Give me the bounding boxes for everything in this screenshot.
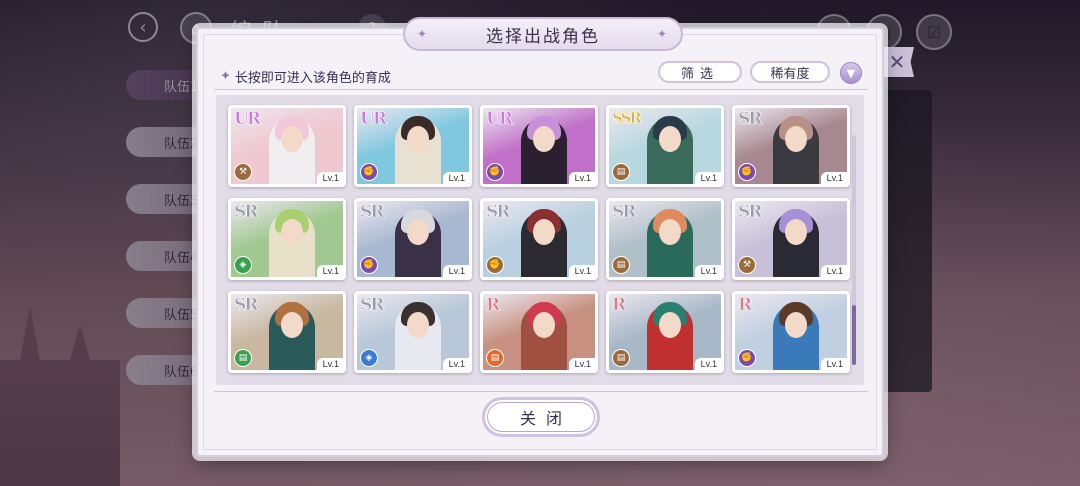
sort-order-toggle[interactable]: ▼ [840, 62, 862, 84]
divider [214, 89, 868, 90]
character-face [533, 126, 555, 152]
character-card[interactable]: SR ◈ Lv.1 [354, 291, 472, 373]
character-face [407, 219, 429, 245]
character-select-modal: ✦ 选择出战角色 ✦ ✦ 长按即可进入该角色的育成 筛选 稀有度 ▼ UR ⚒ Lv… [196, 17, 884, 457]
character-card[interactable]: SR ✊ Lv.1 [480, 198, 598, 280]
rarity-badge: R [486, 295, 501, 316]
character-card[interactable]: R ▤ Lv.1 [480, 291, 598, 373]
character-face [659, 312, 681, 338]
character-grid-area: UR ⚒ Lv.1 UR ✊ Lv.1 UR ✊ Lv.1 SSR ▤ Lv.1 SR ✊ Lv.1 SR ◈ L… [216, 95, 864, 385]
book-icon: ▤ [234, 349, 252, 367]
rarity-badge: SR [738, 109, 763, 130]
rarity-badge: R [612, 295, 627, 316]
level-label: Lv.1 [568, 172, 595, 184]
level-label: Lv.1 [820, 172, 847, 184]
level-label: Lv.1 [316, 358, 343, 370]
character-card[interactable]: R ✊ Lv.1 [732, 291, 850, 373]
character-face [407, 126, 429, 152]
rarity-badge: SR [234, 202, 259, 223]
hammer-icon: ⚒ [234, 163, 252, 181]
rarity-badge: SR [360, 202, 385, 223]
level-label: Lv.1 [442, 265, 469, 277]
character-face [281, 312, 303, 338]
character-card[interactable]: SR ▤ Lv.1 [606, 198, 724, 280]
sparkle-icon: ✦ [417, 27, 430, 41]
fist-icon: ✊ [486, 256, 504, 274]
character-face [659, 219, 681, 245]
book-icon: ▤ [612, 349, 630, 367]
filter-button[interactable]: 筛选 [658, 61, 742, 83]
book-icon: ▤ [612, 256, 630, 274]
level-label: Lv.1 [316, 172, 343, 184]
book-icon: ▤ [486, 349, 504, 367]
fist-icon: ✊ [738, 349, 756, 367]
character-face [533, 312, 555, 338]
character-card[interactable]: SSR ▤ Lv.1 [606, 105, 724, 187]
shield-icon: ◈ [360, 349, 378, 367]
rarity-badge: SR [360, 295, 385, 316]
character-card[interactable]: SR ▤ Lv.1 [228, 291, 346, 373]
chevron-down-icon: ▼ [846, 66, 856, 80]
character-card[interactable]: R ▤ Lv.1 [606, 291, 724, 373]
level-label: Lv.1 [442, 358, 469, 370]
character-card[interactable]: SR ✊ Lv.1 [354, 198, 472, 280]
character-face [281, 126, 303, 152]
character-card[interactable]: SR ✊ Lv.1 [732, 105, 850, 187]
level-label: Lv.1 [568, 358, 595, 370]
fist-icon: ✊ [360, 163, 378, 181]
character-face [659, 126, 681, 152]
divider [214, 391, 868, 392]
sparkle-icon: ✦ [220, 69, 231, 84]
character-face [407, 312, 429, 338]
level-label: Lv.1 [316, 265, 343, 277]
rarity-badge: SSR [612, 109, 642, 128]
character-face [533, 219, 555, 245]
rarity-badge: UR [486, 109, 514, 130]
level-label: Lv.1 [442, 172, 469, 184]
scrollbar-thumb[interactable] [852, 305, 856, 365]
rarity-badge: R [738, 295, 753, 316]
level-label: Lv.1 [568, 265, 595, 277]
character-card[interactable]: SR ⚒ Lv.1 [732, 198, 850, 280]
character-card[interactable]: UR ⚒ Lv.1 [228, 105, 346, 187]
book-icon: ▤ [612, 163, 630, 181]
level-label: Lv.1 [694, 265, 721, 277]
fist-icon: ✊ [360, 256, 378, 274]
fist-icon: ✊ [486, 163, 504, 181]
rarity-badge: UR [234, 109, 262, 130]
rarity-sort-button[interactable]: 稀有度 [750, 61, 830, 83]
level-label: Lv.1 [694, 172, 721, 184]
rarity-badge: SR [234, 295, 259, 316]
character-face [785, 219, 807, 245]
fist-icon: ✊ [738, 163, 756, 181]
character-face [281, 219, 303, 245]
character-card[interactable]: UR ✊ Lv.1 [480, 105, 598, 187]
hammer-icon: ⚒ [738, 256, 756, 274]
rarity-badge: SR [738, 202, 763, 223]
character-card[interactable]: UR ✊ Lv.1 [354, 105, 472, 187]
shield-icon: ◈ [234, 256, 252, 274]
rarity-badge: UR [360, 109, 388, 130]
level-label: Lv.1 [694, 358, 721, 370]
long-press-hint: ✦ 长按即可进入该角色的育成 [220, 67, 391, 86]
sparkle-icon: ✦ [656, 27, 669, 41]
close-button[interactable]: 关闭 [482, 397, 600, 437]
level-label: Lv.1 [820, 265, 847, 277]
scrollbar[interactable] [852, 135, 856, 365]
level-label: Lv.1 [820, 358, 847, 370]
rarity-badge: SR [486, 202, 511, 223]
character-card[interactable]: SR ◈ Lv.1 [228, 198, 346, 280]
hint-text: 长按即可进入该角色的育成 [234, 71, 391, 86]
modal-title: 选择出战角色 [486, 26, 600, 47]
character-grid: UR ⚒ Lv.1 UR ✊ Lv.1 UR ✊ Lv.1 SSR ▤ Lv.1 SR ✊ Lv.1 SR ◈ L… [228, 105, 850, 373]
character-face [785, 312, 807, 338]
modal-title-banner: ✦ 选择出战角色 ✦ [403, 17, 683, 51]
close-icon[interactable]: ✕ [880, 47, 914, 77]
rarity-badge: SR [612, 202, 637, 223]
character-face [785, 126, 807, 152]
